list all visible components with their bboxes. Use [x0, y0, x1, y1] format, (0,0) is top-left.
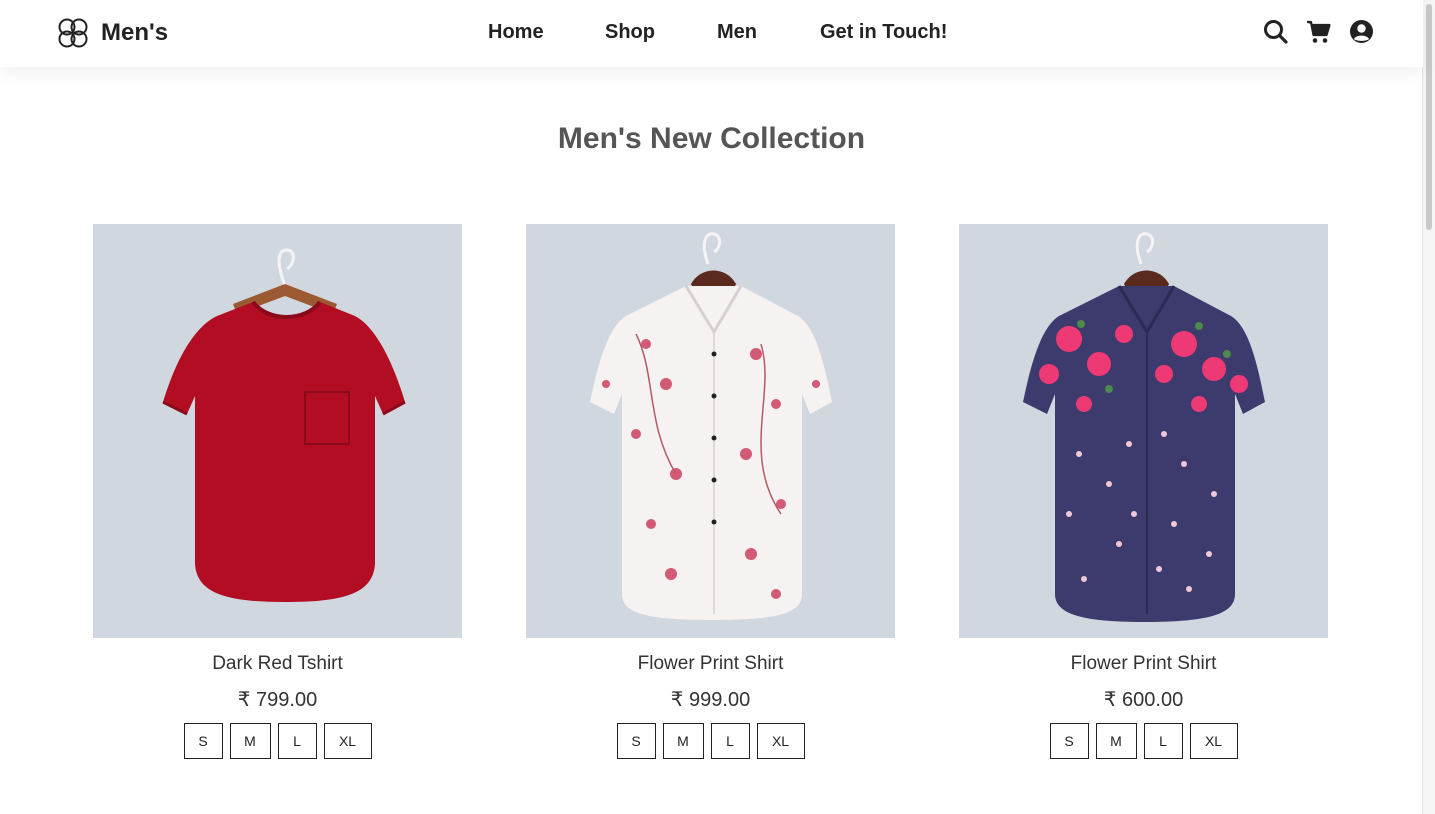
- product-name[interactable]: Dark Red Tshirt: [93, 653, 462, 675]
- size-button-m[interactable]: M: [1095, 723, 1137, 759]
- user-circle-icon[interactable]: [1349, 18, 1374, 45]
- size-button-xl[interactable]: XL: [756, 723, 805, 759]
- product-card[interactable]: Flower Print Shirt ₹ 600.00 S M L XL: [959, 224, 1328, 759]
- brand[interactable]: Men's: [54, 14, 168, 52]
- size-button-xl[interactable]: XL: [1189, 723, 1238, 759]
- size-button-s[interactable]: S: [183, 723, 223, 759]
- nav-link-shop[interactable]: Shop: [605, 21, 655, 44]
- size-button-l[interactable]: L: [277, 723, 317, 759]
- size-options: S M L XL: [526, 723, 895, 759]
- nav-link-home[interactable]: Home: [488, 21, 544, 44]
- page-title: Men's New Collection: [557, 122, 866, 155]
- product-price: ₹ 600.00: [1103, 689, 1184, 711]
- scrollbar[interactable]: [1422, 0, 1435, 814]
- clover-knot-icon: [58, 18, 88, 48]
- size-button-l[interactable]: L: [1143, 723, 1183, 759]
- product-price: ₹ 999.00: [670, 689, 751, 711]
- product-name[interactable]: Flower Print Shirt: [526, 653, 895, 675]
- size-button-xl[interactable]: XL: [323, 723, 372, 759]
- size-button-m[interactable]: M: [229, 723, 271, 759]
- nav-link-men[interactable]: Men: [717, 21, 757, 44]
- cart-icon[interactable]: [1306, 18, 1331, 45]
- size-button-m[interactable]: M: [662, 723, 704, 759]
- size-button-s[interactable]: S: [1049, 723, 1089, 759]
- navbar: Men's Home Shop Men Get in Touch!: [0, 0, 1423, 67]
- navy-flower-shirt-image[interactable]: [959, 224, 1328, 638]
- search-icon[interactable]: [1263, 18, 1288, 45]
- product-grid: Dark Red Tshirt ₹ 799.00 S M L XL Flower…: [93, 224, 1328, 764]
- product-name[interactable]: Flower Print Shirt: [959, 653, 1328, 675]
- white-flower-shirt-image[interactable]: [526, 224, 895, 638]
- dark-red-tshirt-image[interactable]: [93, 224, 462, 638]
- size-options: S M L XL: [959, 723, 1328, 759]
- product-card[interactable]: Flower Print Shirt ₹ 999.00 S M L XL: [526, 224, 895, 759]
- size-button-s[interactable]: S: [616, 723, 656, 759]
- nav-icons: [1263, 18, 1374, 45]
- scrollbar-thumb[interactable]: [1426, 4, 1432, 230]
- product-card[interactable]: Dark Red Tshirt ₹ 799.00 S M L XL: [93, 224, 462, 759]
- size-options: S M L XL: [93, 723, 462, 759]
- size-button-l[interactable]: L: [710, 723, 750, 759]
- product-price: ₹ 799.00: [237, 689, 318, 711]
- brand-name: Men's: [101, 19, 169, 46]
- nav-link-get-in-touch[interactable]: Get in Touch!: [820, 21, 947, 44]
